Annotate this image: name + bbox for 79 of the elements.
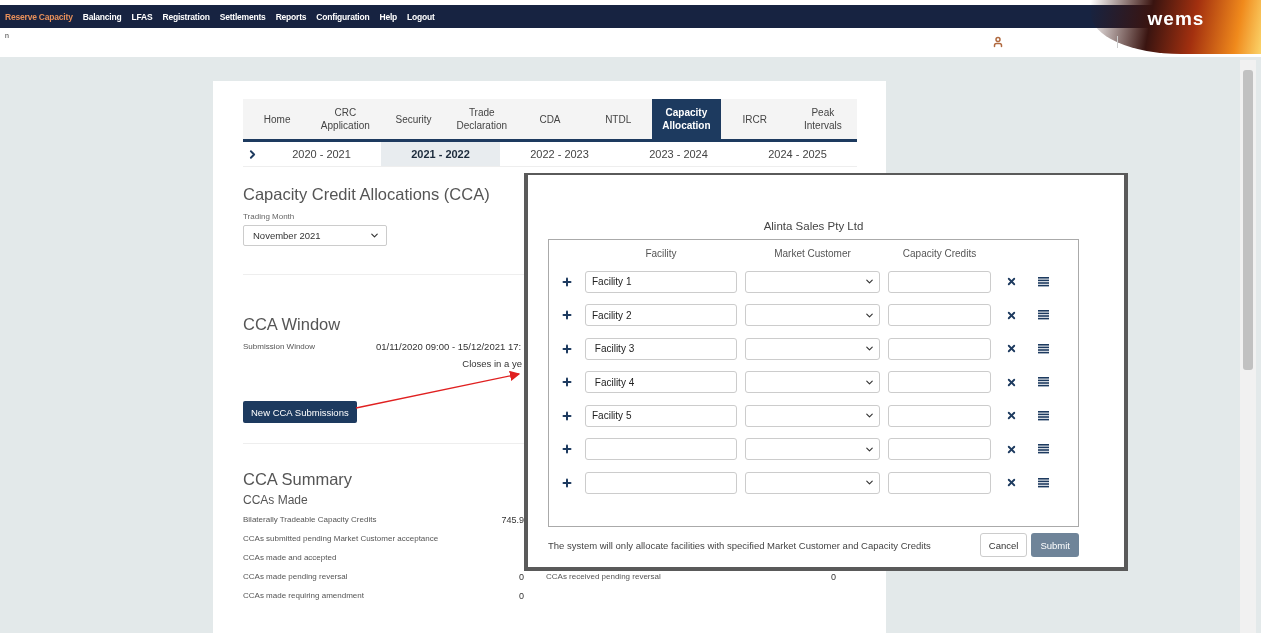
list-icon[interactable] xyxy=(1037,410,1049,421)
credits-field[interactable] xyxy=(888,471,991,494)
field-value: 01/11/2020 09:00 - 15/12/2021 17: xyxy=(376,341,522,352)
chevron-down-icon[interactable] xyxy=(864,343,875,354)
summary-label: CCAs submitted pending Market Customer acceptance xyxy=(243,534,440,543)
modal-title: Alinta Sales Pty Ltd xyxy=(762,220,865,232)
credits-field[interactable] xyxy=(888,404,991,427)
cancel-button[interactable]: Cancel xyxy=(979,533,1028,557)
tab[interactable]: CRC Application xyxy=(311,99,380,139)
summary-value: 745.9 xyxy=(500,514,524,525)
menu-link[interactable]: Registration xyxy=(162,11,210,22)
year-tab[interactable]: 2024 - 2025 xyxy=(738,142,857,166)
facility-field[interactable]: Facility 5 xyxy=(585,404,737,427)
facility-field[interactable]: Facility 4 xyxy=(585,371,737,393)
facility-field[interactable]: Facility 2 xyxy=(585,304,737,326)
facility-field[interactable] xyxy=(585,438,737,460)
menu-link[interactable]: Balancing xyxy=(82,11,122,22)
summary-label: CCAs made requiring amendment xyxy=(243,591,365,600)
tab[interactable]: IRCR xyxy=(720,99,789,139)
section-title: CCA Summary xyxy=(243,470,353,489)
year-tab[interactable]: 2021 - 2022 xyxy=(381,142,500,166)
summary-value: 0 xyxy=(518,571,524,582)
chevron-down-icon[interactable] xyxy=(864,477,875,488)
new-submission-button[interactable]: New CCA Submissions xyxy=(243,401,357,423)
section-title: CCA Window xyxy=(243,315,341,334)
summary-label: CCAs made and accepted xyxy=(243,553,338,562)
field-label: Trading Month xyxy=(243,212,295,221)
chevron-down-icon[interactable] xyxy=(864,276,875,287)
facility-field[interactable] xyxy=(585,471,737,494)
summary-label: CCAs made pending reversal xyxy=(243,572,349,581)
scrollbar-thumb[interactable] xyxy=(1243,70,1253,370)
year-tab[interactable]: 2020 - 2021 xyxy=(262,142,381,166)
credits-field[interactable] xyxy=(888,304,991,326)
user-icon[interactable] xyxy=(992,36,1004,48)
list-icon[interactable] xyxy=(1037,444,1049,454)
list-icon[interactable] xyxy=(1037,276,1049,287)
menu-link[interactable]: Reserve Capacity xyxy=(5,11,73,22)
credits-field[interactable] xyxy=(888,337,991,360)
column-header: Facility xyxy=(644,248,678,259)
tab[interactable]: Peak Intervals xyxy=(788,99,857,139)
scrollbar[interactable] xyxy=(1240,60,1256,633)
menu-link[interactable]: Logout xyxy=(407,11,435,22)
tab[interactable]: Security xyxy=(379,99,448,139)
tab[interactable]: CDA xyxy=(515,99,585,139)
list-icon[interactable] xyxy=(1037,310,1049,320)
credits-field[interactable] xyxy=(888,371,991,393)
tab[interactable]: NTDL xyxy=(584,99,653,139)
closing-note: Closes in a ye xyxy=(462,358,522,369)
info-note: The system will only allocate facilities with specified Market Customer and Capacity Credits xyxy=(548,539,931,551)
summary-label: Bilaterally Tradeable Capacity Credits xyxy=(243,515,378,524)
list-icon[interactable] xyxy=(1037,377,1049,387)
list-icon[interactable] xyxy=(1037,477,1049,488)
facility-field[interactable]: Facility 3 xyxy=(585,337,737,360)
chevron-down-icon[interactable] xyxy=(369,230,380,241)
logo-text: wems xyxy=(1147,8,1205,30)
credits-field[interactable] xyxy=(888,438,991,460)
section-subtitle: CCAs Made xyxy=(243,493,309,507)
column-header: Market Customer xyxy=(773,248,852,259)
menu-link[interactable]: LFAS xyxy=(131,11,153,22)
month-select[interactable]: November 2021 xyxy=(243,225,387,246)
tab[interactable]: Capacity Allocation xyxy=(652,99,721,139)
year-tab[interactable]: 2022 - 2023 xyxy=(500,142,619,166)
menu-link[interactable]: Settlements xyxy=(219,11,266,22)
facility-field[interactable]: Facility 1 xyxy=(585,270,737,293)
summary-label: CCAs received pending reversal xyxy=(546,572,662,581)
tab[interactable]: Trade Declaration xyxy=(447,99,516,139)
chevron-down-icon[interactable] xyxy=(864,410,875,421)
page-title: Capacity Credit Allocations (CCA) xyxy=(243,185,490,204)
menu-link[interactable]: Help xyxy=(379,11,398,22)
field-label: Submission Window xyxy=(243,342,317,351)
list-icon[interactable] xyxy=(1037,343,1049,354)
menu-link[interactable]: Configuration xyxy=(316,11,370,22)
summary-value: 0 xyxy=(830,571,836,582)
menu-link[interactable]: Reports xyxy=(275,11,307,22)
year-tab[interactable]: 2023 - 2024 xyxy=(619,142,738,166)
column-header: Capacity Credits xyxy=(901,248,978,259)
credits-field[interactable] xyxy=(888,270,991,293)
summary-value: 0 xyxy=(518,590,524,601)
tab[interactable]: Home xyxy=(243,99,312,139)
